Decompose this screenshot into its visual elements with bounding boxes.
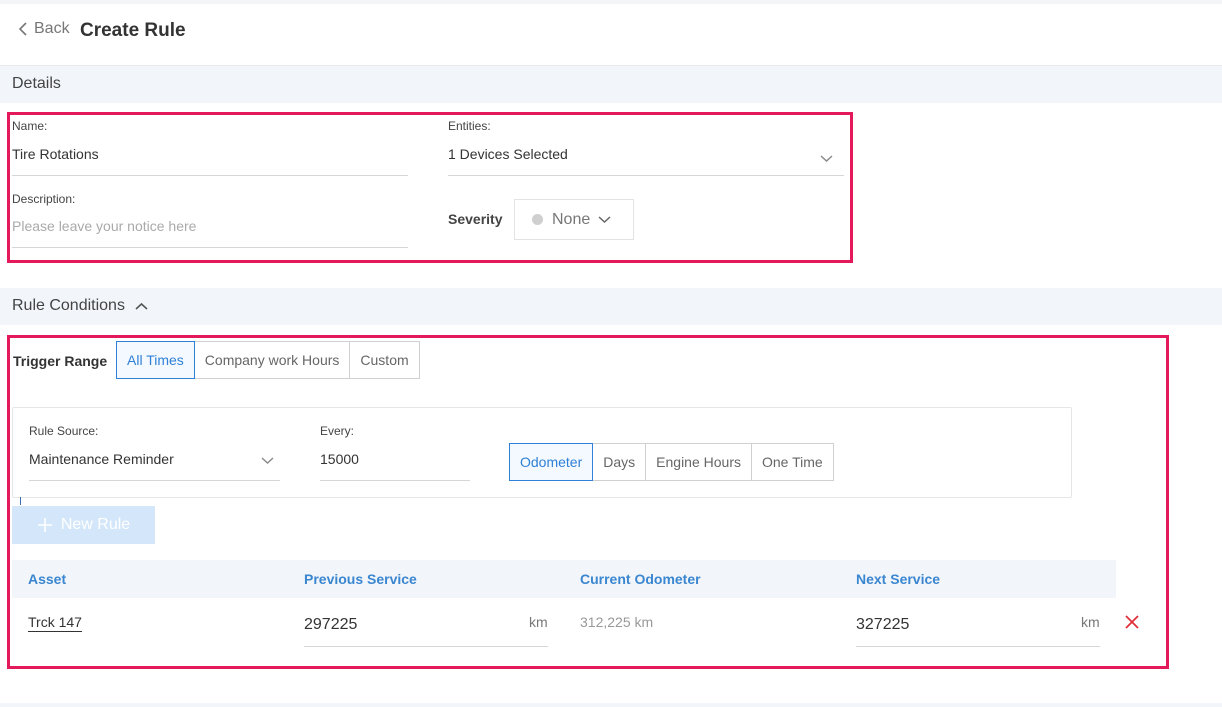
rule-conditions-label: Rule Conditions [12, 297, 125, 314]
chevron-left-icon [18, 22, 27, 36]
chevron-down-icon [598, 216, 611, 224]
description-label: Description: [12, 192, 76, 206]
rule-source-label: Rule Source: [29, 424, 99, 438]
severity-value: None [552, 210, 591, 228]
description-underline [12, 247, 408, 248]
unit-one-time-button[interactable]: One Time [750, 443, 834, 481]
trigger-range-toggle: All Times Company work Hours Custom [116, 341, 420, 379]
plus-icon [37, 518, 52, 532]
previous-service-underline [304, 646, 548, 647]
trigger-custom-button[interactable]: Custom [349, 341, 420, 379]
entities-select[interactable]: 1 Devices Selected [448, 146, 568, 162]
name-underline [12, 175, 408, 176]
new-rule-button[interactable]: New Rule [12, 506, 155, 544]
new-rule-label: New Rule [60, 516, 131, 533]
unit-engine-hours-button[interactable]: Engine Hours [645, 443, 752, 481]
back-button[interactable]: Back [18, 20, 70, 38]
chevron-down-icon[interactable] [261, 456, 274, 465]
details-highlight-box [7, 112, 853, 263]
current-odometer-value: 312,225 km [580, 614, 654, 630]
severity-label: Severity [448, 211, 503, 227]
name-field[interactable]: Tire Rotations [12, 146, 99, 162]
chevron-up-icon[interactable] [135, 302, 148, 311]
trigger-company-work-hours-button[interactable]: Company work Hours [193, 341, 351, 379]
column-header-asset: Asset [28, 571, 67, 587]
rule-source-select[interactable]: Maintenance Reminder [29, 451, 174, 467]
close-icon[interactable] [1125, 615, 1139, 629]
next-service-input[interactable]: 327225 [856, 616, 909, 634]
previous-service-unit: km [529, 614, 548, 630]
every-label: Every: [320, 424, 355, 438]
column-header-previous-service: Previous Service [304, 571, 417, 587]
rule-conditions-title: Rule Conditions [12, 297, 148, 315]
text-cursor [20, 497, 21, 505]
name-label: Name: [12, 119, 48, 133]
trigger-all-times-button[interactable]: All Times [116, 341, 195, 379]
interval-unit-toggle: Odometer Days Engine Hours One Time [509, 443, 834, 481]
trigger-range-label: Trigger Range [13, 353, 108, 369]
description-input[interactable]: Please leave your notice here [12, 218, 196, 234]
entities-label: Entities: [448, 119, 491, 133]
asset-link[interactable]: Trck 147 [28, 614, 82, 632]
page-title: Create Rule [80, 20, 186, 41]
entities-underline [448, 175, 844, 176]
chevron-down-icon[interactable] [820, 154, 833, 163]
table-header: Asset Previous Service Current Odometer … [12, 560, 1116, 598]
next-service-underline [856, 646, 1100, 647]
column-header-next-service: Next Service [856, 571, 941, 587]
unit-days-button[interactable]: Days [592, 443, 647, 481]
every-input[interactable]: 15000 [320, 451, 359, 467]
bottom-strip [0, 703, 1222, 707]
severity-select[interactable]: None [514, 199, 634, 240]
page-header: Back Create Rule [0, 4, 1222, 66]
back-label: Back [34, 20, 70, 37]
every-underline [320, 480, 470, 481]
column-header-current-odometer: Current Odometer [580, 571, 701, 587]
details-section-header: Details [0, 66, 1222, 103]
severity-status-dot [532, 214, 543, 225]
details-section-title: Details [12, 75, 61, 92]
rule-source-underline [29, 480, 280, 481]
unit-odometer-button[interactable]: Odometer [509, 443, 594, 481]
previous-service-input[interactable]: 297225 [304, 616, 357, 634]
rule-conditions-section-header[interactable]: Rule Conditions [0, 288, 1222, 325]
next-service-unit: km [1081, 614, 1100, 630]
